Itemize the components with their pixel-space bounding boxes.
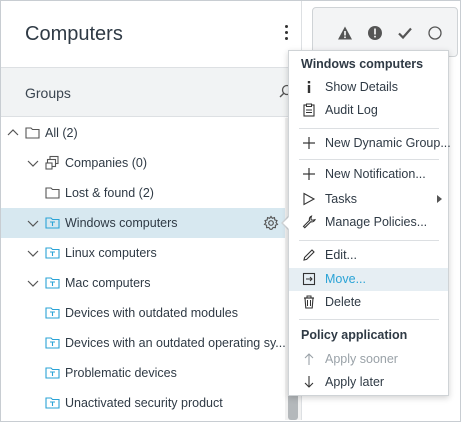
dynamic-group-icon [45,367,60,379]
tree-item-label: Windows computers [65,216,178,230]
title-bar: Computers [1,1,301,67]
menu-separator [299,159,439,160]
tree-item-lost-found[interactable]: Lost & found (2) [1,178,285,208]
plus-icon [303,168,315,180]
trash-icon [304,295,314,309]
menu-item-label: Edit... [325,248,357,262]
arrow-up-icon [304,353,314,365]
static-group-icon [45,217,60,229]
tree-item-linux-computers[interactable]: Linux computers [1,238,285,268]
tree-item-label: Companies (0) [65,156,147,170]
groups-panel: Computers Groups All (2) Companies (0) L… [1,1,301,420]
warning-icon[interactable] [337,25,353,41]
menu-item-tasks[interactable]: Tasks [289,188,448,211]
tree-item-outdated-os[interactable]: Devices with an outdated operating sy... [1,328,285,358]
folder-icon [45,187,60,199]
chevron-down-icon[interactable] [27,277,39,289]
tree-item-mac-computers[interactable]: Mac computers [1,268,285,298]
menu-heading: Windows computers [301,57,424,71]
menu-item-move[interactable]: Move... [289,268,448,291]
chevron-down-icon[interactable] [27,247,39,259]
tree-item-label: Devices with an outdated operating sy... [65,336,285,350]
menu-item-edit[interactable]: Edit... [289,244,448,267]
gear-icon[interactable] [263,215,279,231]
menu-item-label: Show Details [325,80,398,94]
menu-separator [299,128,439,129]
company-icon [45,155,59,170]
tree-item-label: Lost & found (2) [65,186,154,200]
plus-icon [303,137,315,149]
move-icon [302,272,316,286]
menu-separator [299,319,439,320]
page-title: Computers [25,23,123,45]
tree-item-all[interactable]: All (2) [1,118,285,148]
tree-item-problematic-devices[interactable]: Problematic devices [1,358,285,388]
menu-item-label: New Dynamic Group... [325,136,451,150]
check-icon[interactable] [397,25,413,41]
menu-item-audit-log[interactable]: Audit Log [289,99,448,122]
static-group-icon [45,247,60,259]
dynamic-group-icon [45,337,60,349]
tree-item-label: Problematic devices [65,366,177,380]
chevron-down-icon[interactable] [27,157,39,169]
menu-separator [299,240,439,241]
menu-item-label: Manage Policies... [325,215,428,229]
more-options-button[interactable] [281,23,291,47]
dynamic-group-icon [45,397,60,409]
info-icon [307,81,311,93]
policy-heading: Policy application [301,328,408,342]
tree-item-label: Devices with outdated modules [65,306,239,320]
menu-item-label: Apply later [325,375,385,389]
menu-pointer-inner [283,216,290,230]
menu-item-label: Delete [325,295,362,309]
tree-item-label: Linux computers [65,246,157,260]
error-icon[interactable] [367,25,383,41]
menu-item-label: Tasks [325,192,357,206]
tree-item-unactivated-product[interactable]: Unactivated security product [1,388,285,418]
menu-item-manage-policies[interactable]: Manage Policies... [289,211,448,234]
menu-item-label: Audit Log [325,103,378,117]
groups-label: Groups [25,85,71,101]
menu-item-new-notification[interactable]: New Notification... [289,163,448,186]
static-group-icon [45,277,60,289]
tree-item-label: Mac computers [65,276,151,290]
tree-item-label: All (2) [45,126,78,140]
folder-icon [25,127,40,139]
pencil-icon [303,249,315,261]
play-icon [303,192,316,206]
context-menu: Windows computers Show Details Audit Log… [288,50,451,396]
clipboard-icon [303,103,315,117]
circle-icon[interactable] [427,25,443,41]
wrench-icon [302,215,316,229]
groups-header: Groups [1,67,301,117]
tree-item-windows-computers[interactable]: Windows computers [1,208,285,238]
submenu-arrow-icon [437,195,442,203]
tree-item-label: Unactivated security product [65,396,223,410]
chevron-down-icon[interactable] [27,217,39,229]
tree-item-companies[interactable]: Companies (0) [1,148,285,178]
chevron-up-icon[interactable] [7,127,19,139]
menu-item-apply-later[interactable]: Apply later [289,371,448,394]
menu-item-new-dynamic-group[interactable]: New Dynamic Group... [289,132,451,155]
arrow-down-icon [304,376,314,388]
group-tree: All (2) Companies (0) Lost & found (2) W… [1,118,285,420]
menu-item-label: Apply sooner [325,352,398,366]
menu-item-label: New Notification... [325,167,426,181]
dynamic-group-icon [45,307,60,319]
menu-item-label: Move... [325,272,366,286]
tree-item-outdated-modules[interactable]: Devices with outdated modules [1,298,285,328]
menu-item-delete[interactable]: Delete [289,291,448,314]
menu-item-apply-sooner[interactable]: Apply sooner [289,348,448,371]
menu-item-show-details[interactable]: Show Details [289,76,448,99]
